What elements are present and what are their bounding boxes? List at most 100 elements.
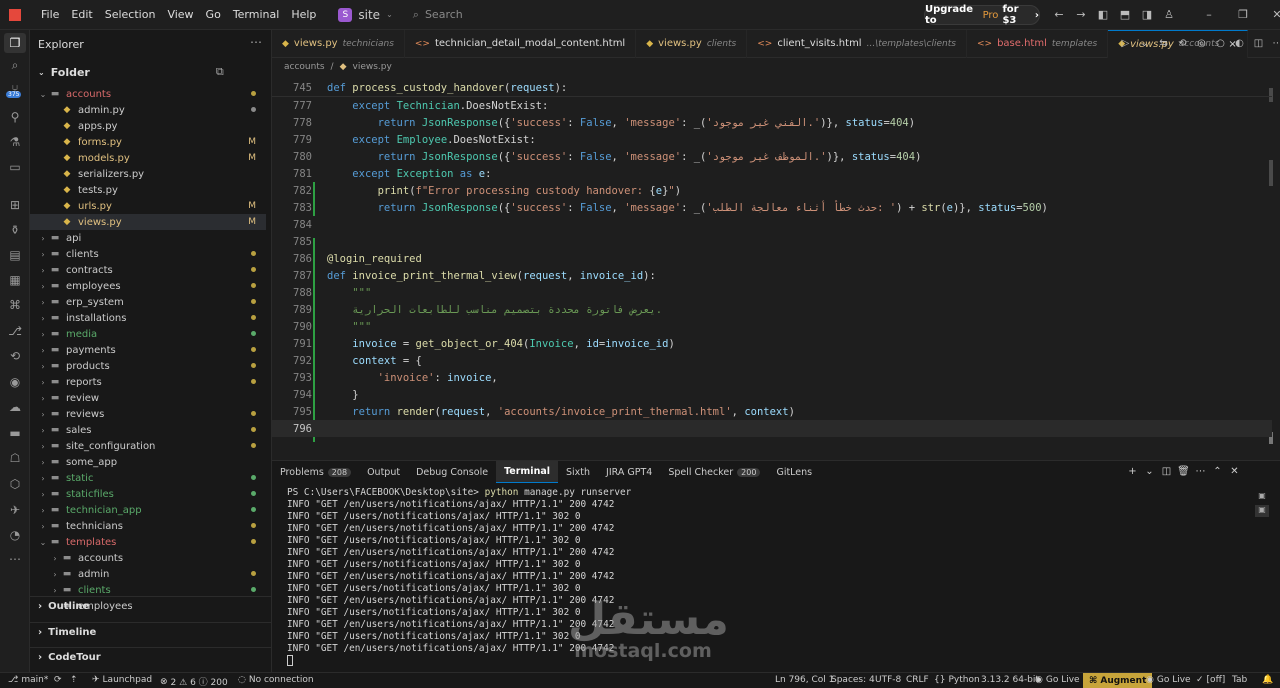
panel-tab-gitlens[interactable]: GitLens — [768, 461, 820, 483]
run-icon[interactable]: ▷ — [1116, 38, 1135, 49]
more-actions-icon[interactable]: ⋯ — [1268, 38, 1280, 49]
editor-tab[interactable]: <> client_visits.html ...\templates\client… — [747, 29, 967, 58]
more-actions-icon[interactable]: ⋯ — [1192, 466, 1209, 477]
publish-icon[interactable]: ⇡ — [70, 675, 78, 685]
account-icon[interactable]: ♙ — [1158, 8, 1180, 21]
tree-folder[interactable]: › ▬ products — [30, 358, 266, 374]
split-editor-icon[interactable]: ◫ — [1249, 38, 1268, 49]
menu-item-selection[interactable]: Selection — [99, 8, 162, 21]
toggle-sidebar-icon[interactable]: ◧ — [1092, 8, 1114, 21]
go-live-icon[interactable]: ◎ — [1192, 38, 1211, 49]
chevron-down-icon[interactable]: ⌄ — [1141, 466, 1158, 477]
panel-tab-output[interactable]: Output — [359, 461, 408, 483]
upgrade-button[interactable]: Upgrade to Pro for $3 › — [924, 4, 1040, 26]
panel-tab-sixth[interactable]: Sixth — [558, 461, 598, 483]
indentation[interactable]: Spaces: 4 — [831, 675, 875, 685]
menu-item-terminal[interactable]: Terminal — [227, 8, 286, 21]
python-interpreter[interactable]: 3.13.2 64-bit — [981, 675, 1039, 685]
code-line[interactable]: 745 def process_custody_handover(request)… — [272, 80, 1272, 97]
database-icon[interactable]: ▦ — [0, 273, 30, 287]
augment-button[interactable]: ⌘ Augment — [1083, 673, 1153, 688]
go-live-button-2[interactable]: ◉ Go Live — [1146, 675, 1191, 685]
breadcrumb-folder[interactable]: accounts — [284, 62, 325, 72]
problems-indicator[interactable]: ⊗ 2 ⚠ 6 ⓘ 200 — [160, 675, 228, 688]
code-line[interactable]: 780 return JsonResponse({'success': Fals… — [272, 148, 1272, 165]
flask-icon[interactable]: ⚱ — [0, 223, 30, 237]
tree-folder[interactable]: › ▬ admin — [30, 566, 266, 582]
breadcrumb-file[interactable]: views.py — [353, 62, 392, 72]
eol[interactable]: CRLF — [906, 675, 929, 685]
tree-folder[interactable]: › ▬ installations — [30, 310, 266, 326]
branch-indicator[interactable]: ⎇ main* — [8, 675, 48, 685]
restore-icon[interactable]: ❐ — [1232, 8, 1254, 21]
tree-folder[interactable]: › ▬ reports — [30, 374, 266, 390]
code-line[interactable]: 781 except Exception as e: — [272, 165, 1272, 182]
code-line[interactable]: 777 except Technician.DoesNotExist: — [272, 97, 1272, 114]
language-mode[interactable]: {} Python — [934, 675, 980, 685]
tree-file[interactable]: ◆ tests.py — [30, 182, 266, 198]
folder-icon[interactable]: ▬ — [0, 426, 30, 440]
code-line[interactable]: 783 return JsonResponse({'success': Fals… — [272, 199, 1272, 216]
code-line[interactable]: 787 def invoice_print_thermal_view(reques… — [272, 267, 1272, 284]
project-switcher[interactable]: S site ⌄ — [338, 7, 393, 22]
back-arrow-icon[interactable]: ← — [1048, 8, 1070, 21]
tree-folder[interactable]: › ▬ static — [30, 470, 266, 486]
search-icon[interactable]: ⌕ — [0, 58, 30, 73]
terminal-instance-icon[interactable]: ▣ — [1255, 491, 1269, 503]
tree-folder[interactable]: › ▬ api — [30, 230, 266, 246]
tree-folder[interactable]: › ▬ sales — [30, 422, 266, 438]
toggle-secondary-sidebar-icon[interactable]: ◨ — [1136, 8, 1158, 21]
tree-folder[interactable]: › ▬ reviews — [30, 406, 266, 422]
code-line[interactable]: 794 } — [272, 386, 1272, 403]
code-editor[interactable]: 745 def process_custody_handover(request)… — [272, 78, 1280, 452]
chat-icon[interactable]: ☁ — [0, 400, 30, 414]
split-terminal-icon[interactable]: ◫ — [1158, 466, 1175, 477]
editor-tab[interactable]: ◆ views.py technicians — [272, 29, 405, 58]
code-line[interactable]: 791 invoice = get_object_or_404(Invoice,… — [272, 335, 1272, 352]
section-outline[interactable]: › Outline — [30, 596, 272, 616]
launchpad-button[interactable]: ✈ Launchpad — [92, 675, 152, 685]
connection-status[interactable]: ◌ No connection — [238, 675, 314, 685]
tree-folder[interactable]: › ▬ contracts — [30, 262, 266, 278]
tree-file[interactable]: ◆ models.py M — [30, 150, 266, 166]
tree-file[interactable]: ◆ admin.py — [30, 102, 266, 118]
tree-folder[interactable]: › ▬ site_configuration — [30, 438, 266, 454]
forward-arrow-icon[interactable]: → — [1070, 8, 1092, 21]
more-actions-icon[interactable]: ⋯ — [250, 35, 262, 49]
git-graph-icon[interactable]: ⎇ — [0, 324, 30, 338]
tab-indicator[interactable]: Tab — [1232, 675, 1247, 685]
docker-icon[interactable]: ▤ — [0, 248, 30, 262]
preview-icon[interactable]: ◐ — [1230, 38, 1249, 49]
new-terminal-icon[interactable]: + — [1124, 466, 1141, 477]
live-share-icon[interactable]: ⟲ — [0, 349, 30, 363]
tree-folder[interactable]: › ▬ clients — [30, 246, 266, 262]
open-changes-icon[interactable]: ⟲ — [1173, 38, 1192, 49]
tree-folder[interactable]: › ▬ technician_app — [30, 502, 266, 518]
tree-folder[interactable]: › ▬ staticfiles — [30, 486, 266, 502]
section-timeline[interactable]: › Timeline — [30, 622, 272, 642]
timer-icon[interactable]: ◔ — [0, 528, 30, 542]
code-line[interactable]: 784 — [272, 216, 1272, 233]
testing-icon[interactable]: ⚗ — [0, 135, 30, 149]
panel-tab-jira-gpt4[interactable]: JIRA GPT4 — [598, 461, 660, 483]
more-icon[interactable]: ⋯ — [0, 552, 30, 566]
off-toggle[interactable]: ✓ [off] — [1196, 675, 1225, 685]
source-control-icon[interactable]: ⑂ 375 — [0, 82, 30, 98]
new-file-icon[interactable]: ⧉ — [216, 65, 224, 79]
maximize-panel-icon[interactable]: ⌃ — [1209, 466, 1226, 477]
code-line[interactable]: 793 'invoice': invoice, — [272, 369, 1272, 386]
compare-icon[interactable]: ⇆ — [1154, 38, 1173, 49]
section-codetour[interactable]: › CodeTour — [30, 647, 272, 667]
code-line[interactable]: 792 context = { — [272, 352, 1272, 369]
menu-item-go[interactable]: Go — [200, 8, 227, 21]
tree-file[interactable]: ◆ apps.py — [30, 118, 266, 134]
minimize-icon[interactable]: – — [1198, 8, 1220, 21]
tree-folder[interactable]: › ▬ payments — [30, 342, 266, 358]
code-line[interactable]: 788 """ — [272, 284, 1272, 301]
menu-item-view[interactable]: View — [161, 8, 199, 21]
explorer-icon[interactable]: ❐ — [4, 33, 26, 53]
chevron-down-icon[interactable]: ⌄ — [1135, 38, 1154, 49]
code-line[interactable]: 796 — [272, 420, 1272, 437]
panel-tab-spell-checker[interactable]: Spell Checker 200 — [660, 461, 768, 483]
editor-tab[interactable]: ◆ views.py clients — [636, 29, 748, 58]
